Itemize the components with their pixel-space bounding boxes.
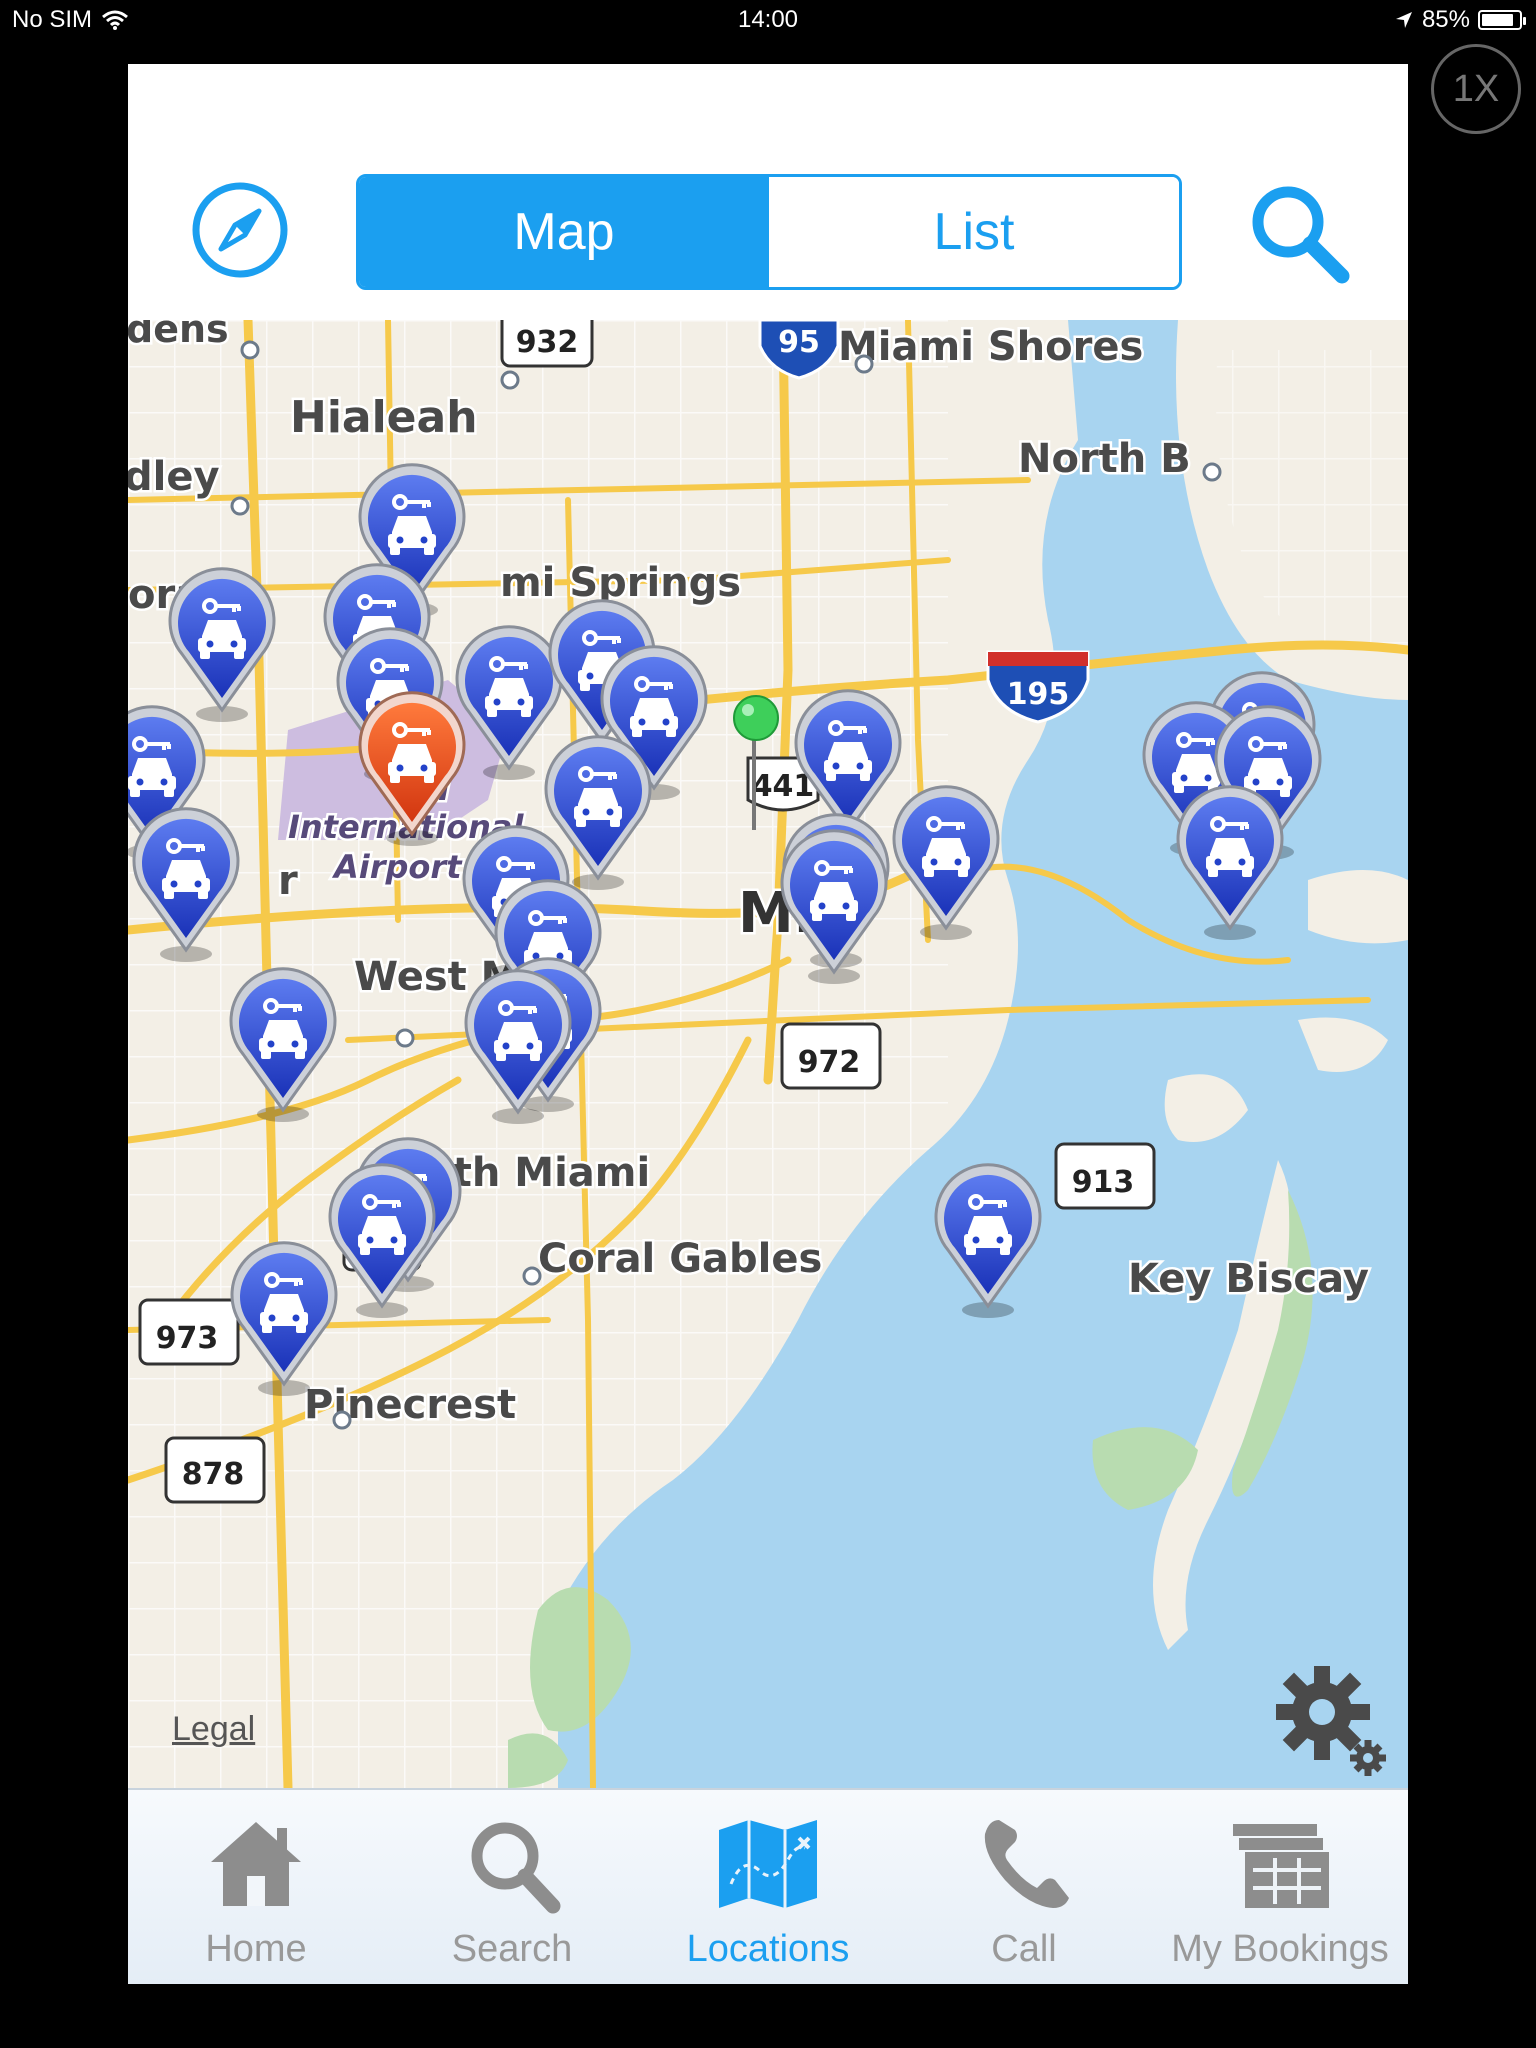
shield-878: 878 xyxy=(164,1436,266,1504)
label-dens: dens xyxy=(128,320,229,351)
label-miami-springs: mi Springs xyxy=(500,560,741,606)
zoom-1x-button[interactable]: 1X xyxy=(1431,44,1521,134)
shield-972: 972 xyxy=(780,1022,882,1090)
label-coral-gables: Coral Gables xyxy=(538,1236,822,1282)
segment-list[interactable]: List xyxy=(769,177,1179,287)
view-segmented-control: Map List xyxy=(356,174,1182,290)
tab-label: My Bookings xyxy=(1171,1928,1389,1970)
label-hialeah: Hialeah xyxy=(290,392,478,443)
location-arrow-icon xyxy=(1395,12,1412,28)
tab-label: Home xyxy=(205,1928,307,1970)
search-icon[interactable] xyxy=(1246,180,1354,288)
shield-932: 932 xyxy=(500,320,594,368)
tab-my-bookings[interactable]: My Bookings xyxy=(1152,1790,1408,1984)
home-icon xyxy=(211,1822,301,1906)
svg-text:95: 95 xyxy=(778,325,820,360)
label-miami-shores: Miami Shores xyxy=(838,324,1143,370)
tab-call[interactable]: Call xyxy=(896,1790,1152,1984)
label-key-biscay: Key Biscay xyxy=(1128,1256,1369,1302)
segment-map[interactable]: Map xyxy=(359,177,769,287)
svg-text:913: 913 xyxy=(1072,1165,1135,1200)
tab-bar: Home Search Locations Call My Bookings xyxy=(128,1788,1408,1984)
label-r: r xyxy=(278,858,298,904)
app-window: Map List dens Hialeah dley oral mi Sprin… xyxy=(128,64,1408,1984)
label-airport: Airport xyxy=(331,848,463,886)
svg-text:195: 195 xyxy=(1007,677,1070,712)
svg-text:878: 878 xyxy=(182,1457,245,1492)
tab-label: Search xyxy=(451,1928,573,1970)
map-icon xyxy=(719,1820,817,1908)
tab-label: Call xyxy=(991,1928,1057,1970)
label-dley: dley xyxy=(128,454,220,500)
tab-locations[interactable]: Locations xyxy=(640,1790,896,1984)
battery-icon xyxy=(1478,10,1526,30)
map-view[interactable]: dens Hialeah dley oral mi Springs Miami … xyxy=(128,320,1408,1788)
tab-home[interactable]: Home xyxy=(128,1790,384,1984)
gear-icon[interactable] xyxy=(1276,1666,1394,1784)
clock: 14:00 xyxy=(737,6,799,33)
phone-icon xyxy=(984,1820,1069,1908)
top-bar: Map List xyxy=(128,64,1408,320)
status-bar: No SIM 14:00 85% xyxy=(0,0,1536,40)
legal-link[interactable]: Legal xyxy=(172,1710,255,1749)
shield-913: 913 xyxy=(1054,1142,1156,1210)
compass-icon[interactable] xyxy=(190,180,290,280)
svg-text:932: 932 xyxy=(516,325,579,360)
tab-label: Locations xyxy=(686,1928,850,1970)
battery-percent: 85% xyxy=(1421,6,1470,33)
tab-search[interactable]: Search xyxy=(384,1790,640,1984)
bookings-icon xyxy=(1233,1824,1329,1908)
label-north-b: North B xyxy=(1018,436,1191,482)
svg-text:973: 973 xyxy=(156,1321,219,1356)
svg-text:972: 972 xyxy=(798,1045,861,1080)
shield-973: 973 xyxy=(138,1298,240,1366)
search-icon xyxy=(471,1822,561,1914)
